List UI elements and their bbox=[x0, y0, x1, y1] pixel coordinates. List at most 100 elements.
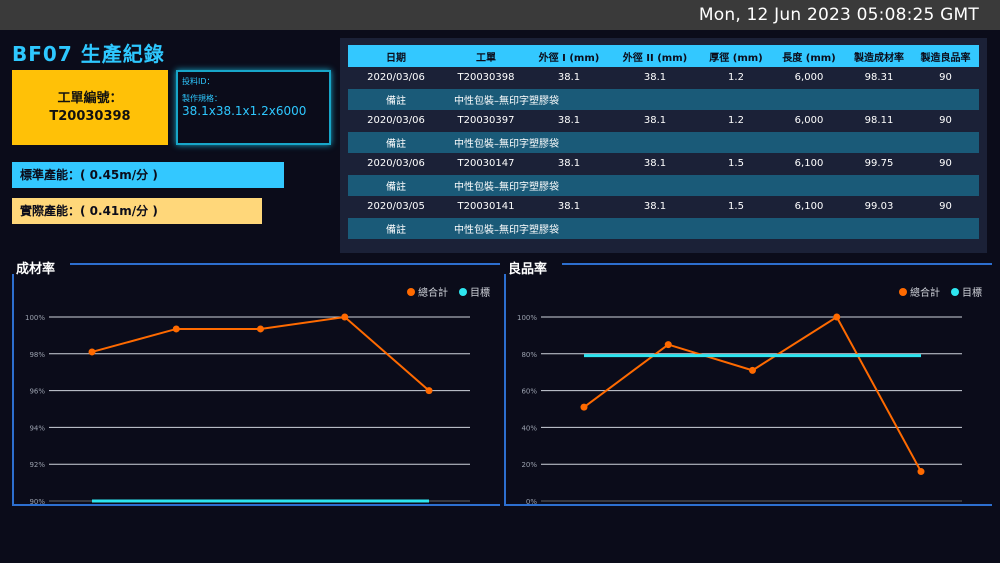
col-thickness: 厚徑 (mm) bbox=[700, 45, 772, 67]
feed-id-label: 投料ID： bbox=[182, 77, 215, 86]
cell-date: 2020/03/06 bbox=[367, 72, 425, 84]
y-tick-label: 94% bbox=[29, 424, 45, 432]
col-od1: 外徑 I (mm) bbox=[528, 45, 610, 67]
order-number-value: T20030398 bbox=[49, 109, 131, 124]
data-point bbox=[172, 325, 180, 333]
good-rate-line-chart: 0%20%40%60%80%100%03/0203/0303/0403/0503… bbox=[517, 286, 982, 506]
legend-label-total: 總合計 bbox=[418, 286, 448, 299]
note-label: 備註 bbox=[348, 174, 444, 196]
spec-value: 38.1x38.1x1.2x6000 bbox=[182, 104, 307, 118]
cell-good-rate: 90 bbox=[939, 72, 952, 84]
table-note-row: 備註 中性包裝–無印字塑膠袋 bbox=[348, 88, 979, 110]
data-point bbox=[341, 313, 349, 321]
cell-thickness: 1.2 bbox=[728, 115, 744, 127]
note-text: 中性包裝–無印字塑膠袋 bbox=[444, 88, 979, 110]
col-yield: 製造成材率 bbox=[846, 45, 912, 67]
cell-od1: 38.1 bbox=[557, 158, 581, 170]
data-point bbox=[580, 403, 588, 411]
table-note-row: 備註 中性包裝–無印字塑膠袋 bbox=[348, 217, 979, 239]
top-bar: Mon, 12 Jun 2023 05:08:25 GMT bbox=[0, 0, 1000, 30]
good-rate-chart-panel: 良品率 0%20%40%60%80%100%03/0203/0303/0403/… bbox=[504, 256, 992, 506]
cell-length: 6,000 bbox=[794, 72, 824, 84]
table-row[interactable]: 2020/03/06 T20030147 38.1 38.1 1.5 6,100… bbox=[348, 153, 979, 175]
table-row[interactable]: 2020/03/06 T20030398 38.1 38.1 1.2 6,000… bbox=[348, 67, 979, 89]
legend-label-target: 目標 bbox=[962, 286, 982, 299]
col-date: 日期 bbox=[348, 45, 444, 67]
cell-yield: 99.75 bbox=[864, 158, 894, 170]
legend-label-target: 目標 bbox=[470, 286, 490, 299]
col-length: 長度 (mm) bbox=[772, 45, 846, 67]
y-tick-label: 100% bbox=[25, 314, 45, 322]
data-point bbox=[88, 348, 96, 356]
yield-chart-panel: 成材率 90%92%94%96%98%100%03/0203/0303/0403… bbox=[12, 256, 500, 506]
material-info-card: 投料ID： 製作規格： 38.1x38.1x1.2x6000 bbox=[176, 70, 331, 145]
note-label: 備註 bbox=[348, 217, 444, 239]
page-title: BF07 生產紀錄 bbox=[12, 42, 165, 66]
order-number-label: 工單編號： bbox=[57, 91, 123, 106]
datetime-display: Mon, 12 Jun 2023 05:08:25 GMT bbox=[698, 5, 979, 25]
note-label: 備註 bbox=[348, 88, 444, 110]
yield-line-chart: 90%92%94%96%98%100%03/0203/0303/0403/050… bbox=[25, 286, 490, 506]
col-od2: 外徑 II (mm) bbox=[610, 45, 700, 67]
cell-od1: 38.1 bbox=[557, 72, 581, 84]
production-table-panel: 日期 工單 外徑 I (mm) 外徑 II (mm) 厚徑 (mm) 長度 (m… bbox=[340, 38, 987, 253]
legend-label-total: 總合計 bbox=[910, 286, 940, 299]
y-tick-label: 80% bbox=[521, 351, 537, 359]
cell-od2: 38.1 bbox=[643, 115, 667, 127]
cell-order: T20030397 bbox=[457, 115, 515, 127]
data-point bbox=[917, 468, 925, 476]
y-tick-label: 0% bbox=[526, 498, 537, 506]
cell-od1: 38.1 bbox=[557, 201, 581, 213]
legend-marker-target bbox=[459, 288, 467, 296]
data-point bbox=[257, 325, 264, 333]
cell-date: 2020/03/06 bbox=[367, 115, 425, 127]
cell-thickness: 1.5 bbox=[728, 201, 744, 213]
note-label: 備註 bbox=[348, 131, 444, 153]
cell-length: 6,100 bbox=[794, 158, 824, 170]
data-point bbox=[749, 366, 756, 374]
cell-good-rate: 90 bbox=[939, 201, 952, 213]
table-row[interactable]: 2020/03/06 T20030397 38.1 38.1 1.2 6,000… bbox=[348, 110, 979, 132]
chart-legend: 總合計 目標 bbox=[899, 286, 982, 299]
cell-yield: 98.11 bbox=[864, 115, 894, 127]
legend-marker-total bbox=[407, 288, 415, 296]
legend-marker-target bbox=[951, 288, 959, 296]
cell-length: 6,100 bbox=[794, 201, 824, 213]
cell-yield: 99.03 bbox=[864, 201, 894, 213]
table-note-row: 備註 中性包裝–無印字塑膠袋 bbox=[348, 174, 979, 196]
actual-capacity-bar: 實際產能：( 0.41m/分 ) bbox=[12, 198, 262, 224]
cell-od1: 38.1 bbox=[557, 115, 581, 127]
legend-marker-total bbox=[899, 288, 907, 296]
cell-yield: 98.31 bbox=[864, 72, 894, 84]
y-tick-label: 96% bbox=[29, 388, 45, 396]
cell-order: T20030147 bbox=[457, 158, 515, 170]
cell-date: 2020/03/05 bbox=[367, 201, 425, 213]
standard-capacity-bar: 標準產能：( 0.45m/分 ) bbox=[12, 162, 284, 188]
data-point bbox=[425, 387, 433, 395]
col-good-rate: 製造良品率 bbox=[912, 45, 979, 67]
y-tick-label: 98% bbox=[29, 351, 45, 359]
y-tick-label: 40% bbox=[521, 424, 537, 432]
cell-good-rate: 90 bbox=[939, 158, 952, 170]
cell-length: 6,000 bbox=[794, 115, 824, 127]
data-point bbox=[833, 313, 841, 321]
data-point bbox=[664, 341, 672, 349]
table-note-row: 備註 中性包裝–無印字塑膠袋 bbox=[348, 131, 979, 153]
cell-order: T20030398 bbox=[457, 72, 515, 84]
cell-od2: 38.1 bbox=[643, 158, 667, 170]
spec-label: 製作規格： bbox=[182, 94, 222, 103]
cell-good-rate: 90 bbox=[939, 115, 952, 127]
y-tick-label: 20% bbox=[521, 461, 537, 469]
table-row[interactable]: 2020/03/05 T20030141 38.1 38.1 1.5 6,100… bbox=[348, 196, 979, 218]
cell-od2: 38.1 bbox=[643, 201, 667, 213]
cell-date: 2020/03/06 bbox=[367, 158, 425, 170]
cell-thickness: 1.2 bbox=[728, 72, 744, 84]
cell-thickness: 1.5 bbox=[728, 158, 744, 170]
chart-legend: 總合計 目標 bbox=[407, 286, 490, 299]
table-header-row: 日期 工單 外徑 I (mm) 外徑 II (mm) 厚徑 (mm) 長度 (m… bbox=[348, 45, 979, 67]
note-text: 中性包裝–無印字塑膠袋 bbox=[444, 131, 979, 153]
col-order: 工單 bbox=[444, 45, 528, 67]
y-tick-label: 92% bbox=[29, 461, 45, 469]
y-tick-label: 90% bbox=[29, 498, 45, 506]
y-tick-label: 60% bbox=[521, 388, 537, 396]
